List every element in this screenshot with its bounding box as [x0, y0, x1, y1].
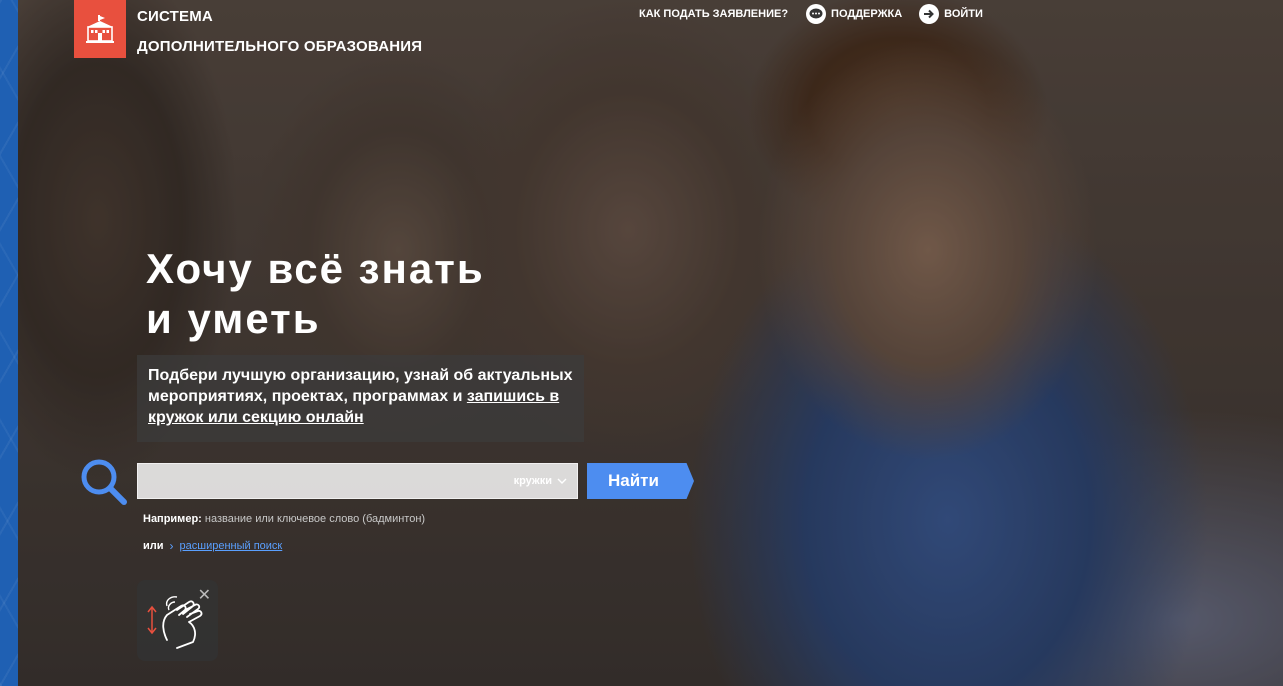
nav-support-label: ПОДДЕРЖКА: [831, 8, 903, 20]
chevron-right-icon: ›: [169, 539, 174, 553]
search-button[interactable]: Найти: [587, 463, 694, 499]
search-example: Например: название или ключевое слово (б…: [143, 513, 425, 525]
advanced-search-link[interactable]: расширенный поиск: [180, 540, 283, 552]
site-title-line1: СИСТЕМА: [137, 8, 213, 25]
hero-headline-line1: Хочу всё знать: [146, 245, 485, 292]
logo[interactable]: [74, 0, 126, 58]
nav-how-to-apply[interactable]: КАК ПОДАТЬ ЗАЯВЛЕНИЕ?: [639, 8, 788, 20]
chat-bubble-icon: [806, 4, 827, 24]
hand-swipe-icon: [147, 596, 203, 649]
or-label: или: [143, 540, 164, 552]
nav-how-to-apply-label: КАК ПОДАТЬ ЗАЯВЛЕНИЕ?: [639, 8, 789, 20]
hero-headline-line2: и уметь: [146, 295, 321, 342]
top-navigation: КАК ПОДАТЬ ЗАЯВЛЕНИЕ? ПОДДЕРЖКА ВОЙТИ: [639, 4, 983, 24]
gesture-hint[interactable]: ✕: [137, 580, 218, 661]
arrow-right-circle-icon: [919, 4, 940, 24]
nav-login-label: ВОЙТИ: [944, 8, 983, 20]
search-type-select[interactable]: кружки: [514, 464, 567, 498]
search-field[interactable]: кружки: [137, 463, 578, 499]
hero-headline: Хочу всё знать и уметь: [146, 244, 485, 344]
hero-description: Подбери лучшую организацию, узнай об акт…: [137, 355, 584, 442]
nav-login[interactable]: ВОЙТИ: [919, 4, 983, 24]
search-button-label: Найти: [608, 471, 659, 490]
school-building-icon: [86, 15, 114, 43]
search-example-text: название или ключевое слово (бадминтон): [204, 513, 426, 525]
chevron-down-icon: [557, 478, 567, 484]
nav-support[interactable]: ПОДДЕРЖКА: [806, 4, 902, 24]
search-type-value: кружки: [513, 475, 552, 487]
search-input[interactable]: [138, 464, 498, 498]
search-example-label: Например:: [143, 513, 202, 525]
magnifier-icon: [78, 456, 130, 508]
advanced-search: или › расширенный поиск: [143, 539, 282, 553]
site-title[interactable]: СИСТЕМА ДОПОЛНИТЕЛЬНОГО ОБРАЗОВАНИЯ: [137, 9, 422, 55]
site-title-line2: ДОПОЛНИТЕЛЬНОГО ОБРАЗОВАНИЯ: [137, 38, 423, 55]
